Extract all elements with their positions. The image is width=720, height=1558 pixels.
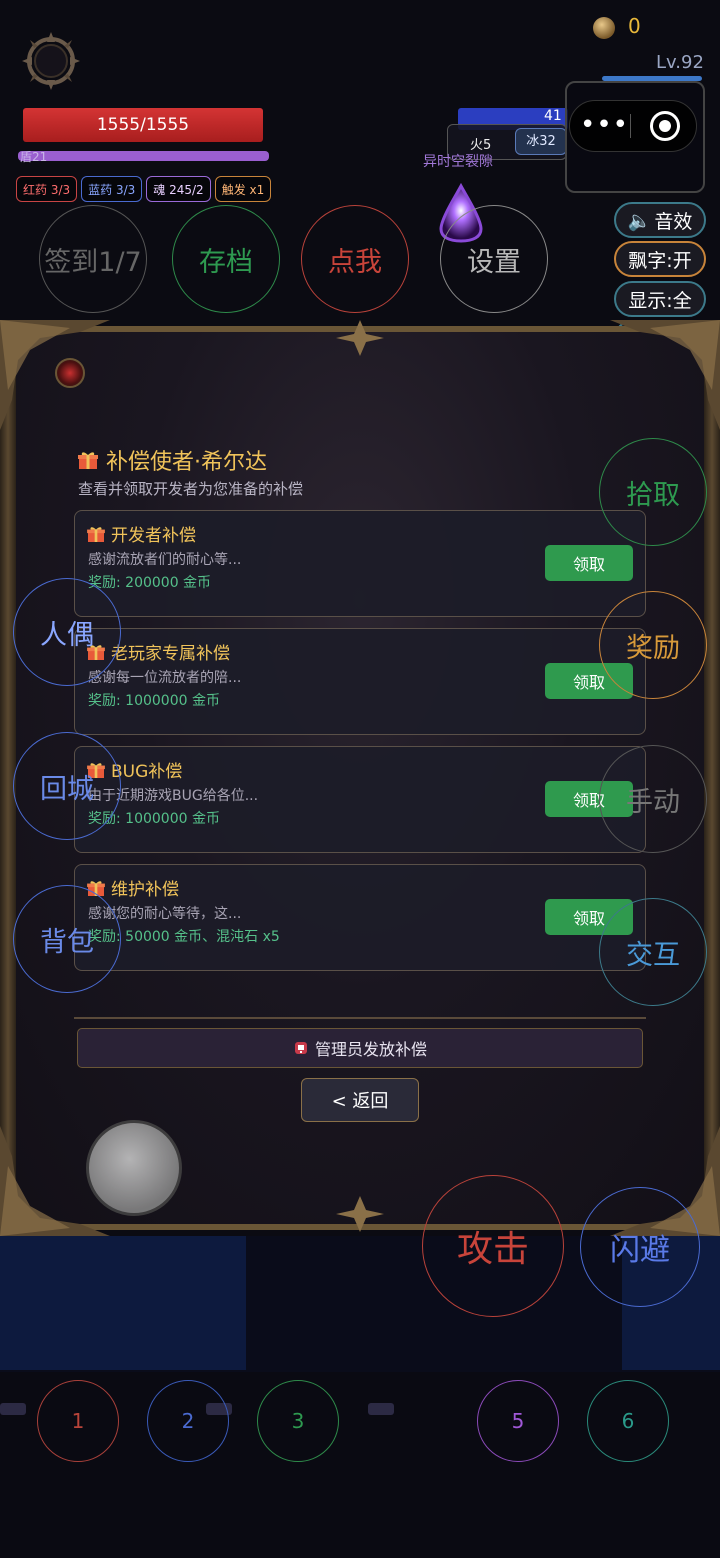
gift-icon [78, 452, 98, 469]
display-toggle[interactable]: 显示:全 [614, 281, 706, 317]
pickup-button[interactable]: 拾取 [599, 438, 707, 546]
chest-icon [368, 1403, 394, 1415]
hp-bar: 1555/1555 [23, 108, 263, 142]
frame-edge-right [704, 326, 720, 1230]
attack-button[interactable]: 攻击 [422, 1175, 564, 1317]
close-gem-icon[interactable] [55, 358, 85, 388]
return-town-button[interactable]: 回城 [13, 732, 121, 840]
claim-button[interactable]: 领取 [545, 545, 633, 581]
admin-compensation-button[interactable]: 管理员发放补偿 [77, 1028, 643, 1068]
card-reward: 奖励: 1000000 金币 [88, 693, 220, 709]
skill-slot-3[interactable]: 3 [257, 1380, 339, 1462]
puppet-button[interactable]: 人偶 [13, 578, 121, 686]
skill-slot-2[interactable]: 2 [147, 1380, 229, 1462]
card-title: 开发者补偿 [87, 521, 196, 546]
card-title-text: 老玩家专属补偿 [111, 644, 230, 664]
skill-slot-6[interactable]: 6 [587, 1380, 669, 1462]
compensation-card: 老玩家专属补偿 感谢每一位流放者的陪... 奖励: 1000000 金币 领取 [74, 628, 646, 735]
rift-label: 异时空裂隙 [423, 154, 493, 170]
water-left [0, 1236, 246, 1370]
chest-icon [0, 1403, 26, 1415]
virtual-joystick[interactable] [86, 1120, 182, 1216]
interact-button[interactable]: 交互 [599, 898, 707, 1006]
compensation-title-text: 补偿使者·希尔达 [106, 450, 267, 475]
sound-toggle[interactable]: 🔈 音效 [614, 202, 706, 238]
coin-icon [593, 17, 615, 39]
card-title-text: BUG补偿 [111, 762, 183, 782]
back-button[interactable]: < 返回 [301, 1078, 419, 1122]
frame-corner-ornament [610, 320, 720, 430]
card-reward: 奖励: 200000 金币 [88, 575, 212, 591]
card-desc: 感谢流放者们的耐心等... [88, 552, 242, 568]
megaphone-icon [294, 1042, 307, 1054]
shield-label: 盾21 [20, 150, 48, 164]
soul-chip: 魂 245/2 [146, 176, 211, 202]
speaker-icon: 🔈 [627, 209, 652, 232]
settings-button[interactable]: 设置 [440, 205, 548, 313]
close-target-icon[interactable] [650, 111, 680, 141]
element-ice: 冰32 [515, 128, 567, 155]
coin-count: 0 [628, 14, 641, 38]
compensation-subtitle: 查看并领取开发者为您准备的补偿 [78, 480, 304, 498]
frame-top-ornament [336, 320, 384, 356]
divider [74, 1017, 646, 1019]
admin-button-label: 管理员发放补偿 [314, 1040, 427, 1059]
capsule-divider [630, 114, 631, 138]
signin-button[interactable]: 签到1/7 [39, 205, 147, 313]
sound-label: 音效 [654, 210, 693, 233]
reward-button[interactable]: 奖励 [599, 591, 707, 699]
frame-bottom-ornament [336, 1196, 384, 1232]
compensation-card: 开发者补偿 感谢流放者们的耐心等... 奖励: 200000 金币 领取 [74, 510, 646, 617]
card-desc: 感谢每一位流放者的陪... [88, 670, 242, 686]
consumable-chips: 红药 3/3 蓝药 3/3 魂 245/2 触发 x1 [16, 176, 272, 202]
player-level: Lv.92 [656, 52, 704, 73]
skill-slot-1[interactable]: 1 [37, 1380, 119, 1462]
manual-mode-button[interactable]: 手动 [599, 745, 707, 853]
save-button[interactable]: 存档 [172, 205, 280, 313]
card-title-text: 维护补偿 [111, 880, 179, 900]
gift-icon [87, 526, 105, 542]
clickme-button[interactable]: 点我 [301, 205, 409, 313]
float-text-toggle[interactable]: 飘字:开 [614, 241, 706, 277]
compensation-card: BUG补偿 由于近期游戏BUG给各位... 奖励: 1000000 金币 领取 [74, 746, 646, 853]
compensation-title: 补偿使者·希尔达 [78, 444, 267, 476]
trigger-chip: 触发 x1 [214, 176, 272, 202]
skill-slot-5[interactable]: 5 [477, 1380, 559, 1462]
blue-potion-chip[interactable]: 蓝药 3/3 [81, 176, 143, 202]
red-potion-chip[interactable]: 红药 3/3 [16, 176, 78, 202]
card-title-text: 开发者补偿 [111, 526, 196, 546]
more-dots-icon[interactable]: ••• [580, 111, 629, 139]
dodge-button[interactable]: 闪避 [580, 1187, 700, 1307]
compensation-card: 维护补偿 感谢您的耐心等待，这... 奖励: 50000 金币、混沌石 x5 领… [74, 864, 646, 971]
backpack-button[interactable]: 背包 [13, 885, 121, 993]
character-emblem-icon[interactable] [20, 30, 82, 92]
shield-bar [18, 151, 269, 161]
